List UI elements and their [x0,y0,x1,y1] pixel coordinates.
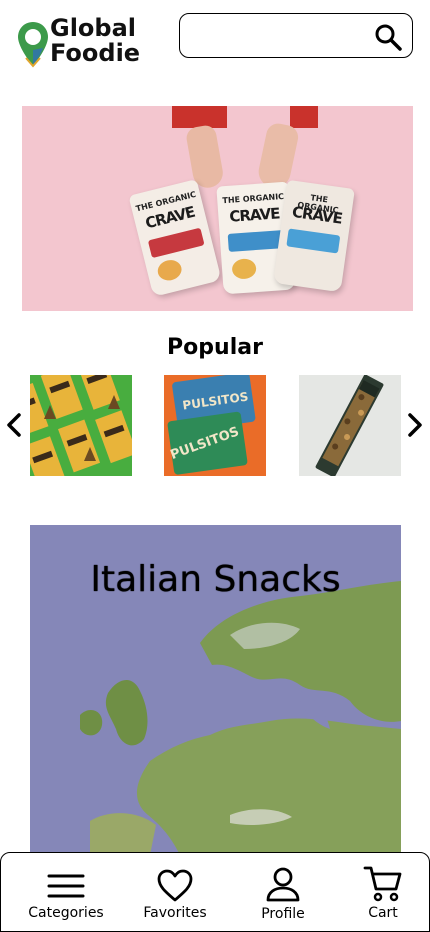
search-input[interactable] [190,22,370,50]
snack-bar-product-image [299,375,401,476]
product-card-muddy-bites[interactable] [30,375,132,476]
hamburger-menu-icon [47,874,85,898]
nav-item-cart[interactable]: Cart [333,853,430,931]
nav-label-cart: Cart [368,905,398,921]
nav-item-favorites[interactable]: Favorites [125,853,225,931]
logo-line2: Foodie [50,39,141,67]
bottom-navigation: Categories Favorites Profile Cart [0,852,430,932]
nav-item-categories[interactable]: Categories [16,853,116,931]
bag-flavor-stripe [227,230,285,252]
location-pin-icon [18,22,48,68]
bag-flavor-stripe [286,228,341,254]
cart-icon [363,866,402,902]
logo-text: Global Foodie [50,16,140,66]
nav-label-categories: Categories [28,905,104,921]
bag-label: THE ORGANIC [222,191,285,206]
search-bar[interactable] [179,13,413,58]
chevron-left-icon [7,413,21,437]
product-card-snack-bar[interactable] [299,375,401,476]
carousel-next-button[interactable] [405,411,425,439]
bag-product-image [231,258,257,280]
user-icon [266,867,300,902]
sleeve-right [290,106,318,128]
chevron-right-icon [408,413,422,437]
popular-section-title: Popular [167,335,263,360]
bag-product-image [155,257,184,283]
logo-line1: Global [50,14,137,42]
app-logo[interactable]: Global Foodie [16,16,146,70]
product-card-pulsitos[interactable]: PULSITOS PULSITOS [164,375,266,476]
hero-banner[interactable]: THE ORGANIC CRAVE THE ORGANIC CRAVE THE … [22,106,413,311]
app-header: Global Foodie [0,0,430,80]
heart-icon [157,869,193,902]
italian-snacks-banner[interactable]: Italian Snacks [30,525,401,855]
featured-title: Italian Snacks [90,559,341,600]
sleeve-left [172,106,227,128]
nav-label-favorites: Favorites [143,905,207,921]
nav-item-profile[interactable]: Profile [233,853,333,931]
nav-label-profile: Profile [261,906,305,922]
pulsitos-product-image: PULSITOS PULSITOS [164,375,266,476]
search-icon[interactable] [374,23,402,51]
muddy-bites-product-image [30,375,132,476]
bag-flavor-stripe [147,227,205,259]
chip-bag-paprika: THE ORGANIC CRAVE [128,179,222,297]
chip-bag-third: THE ORGANIC CRAVE [273,179,355,293]
bag-brand: CRAVE [228,204,280,226]
carousel-previous-button[interactable] [4,411,24,439]
